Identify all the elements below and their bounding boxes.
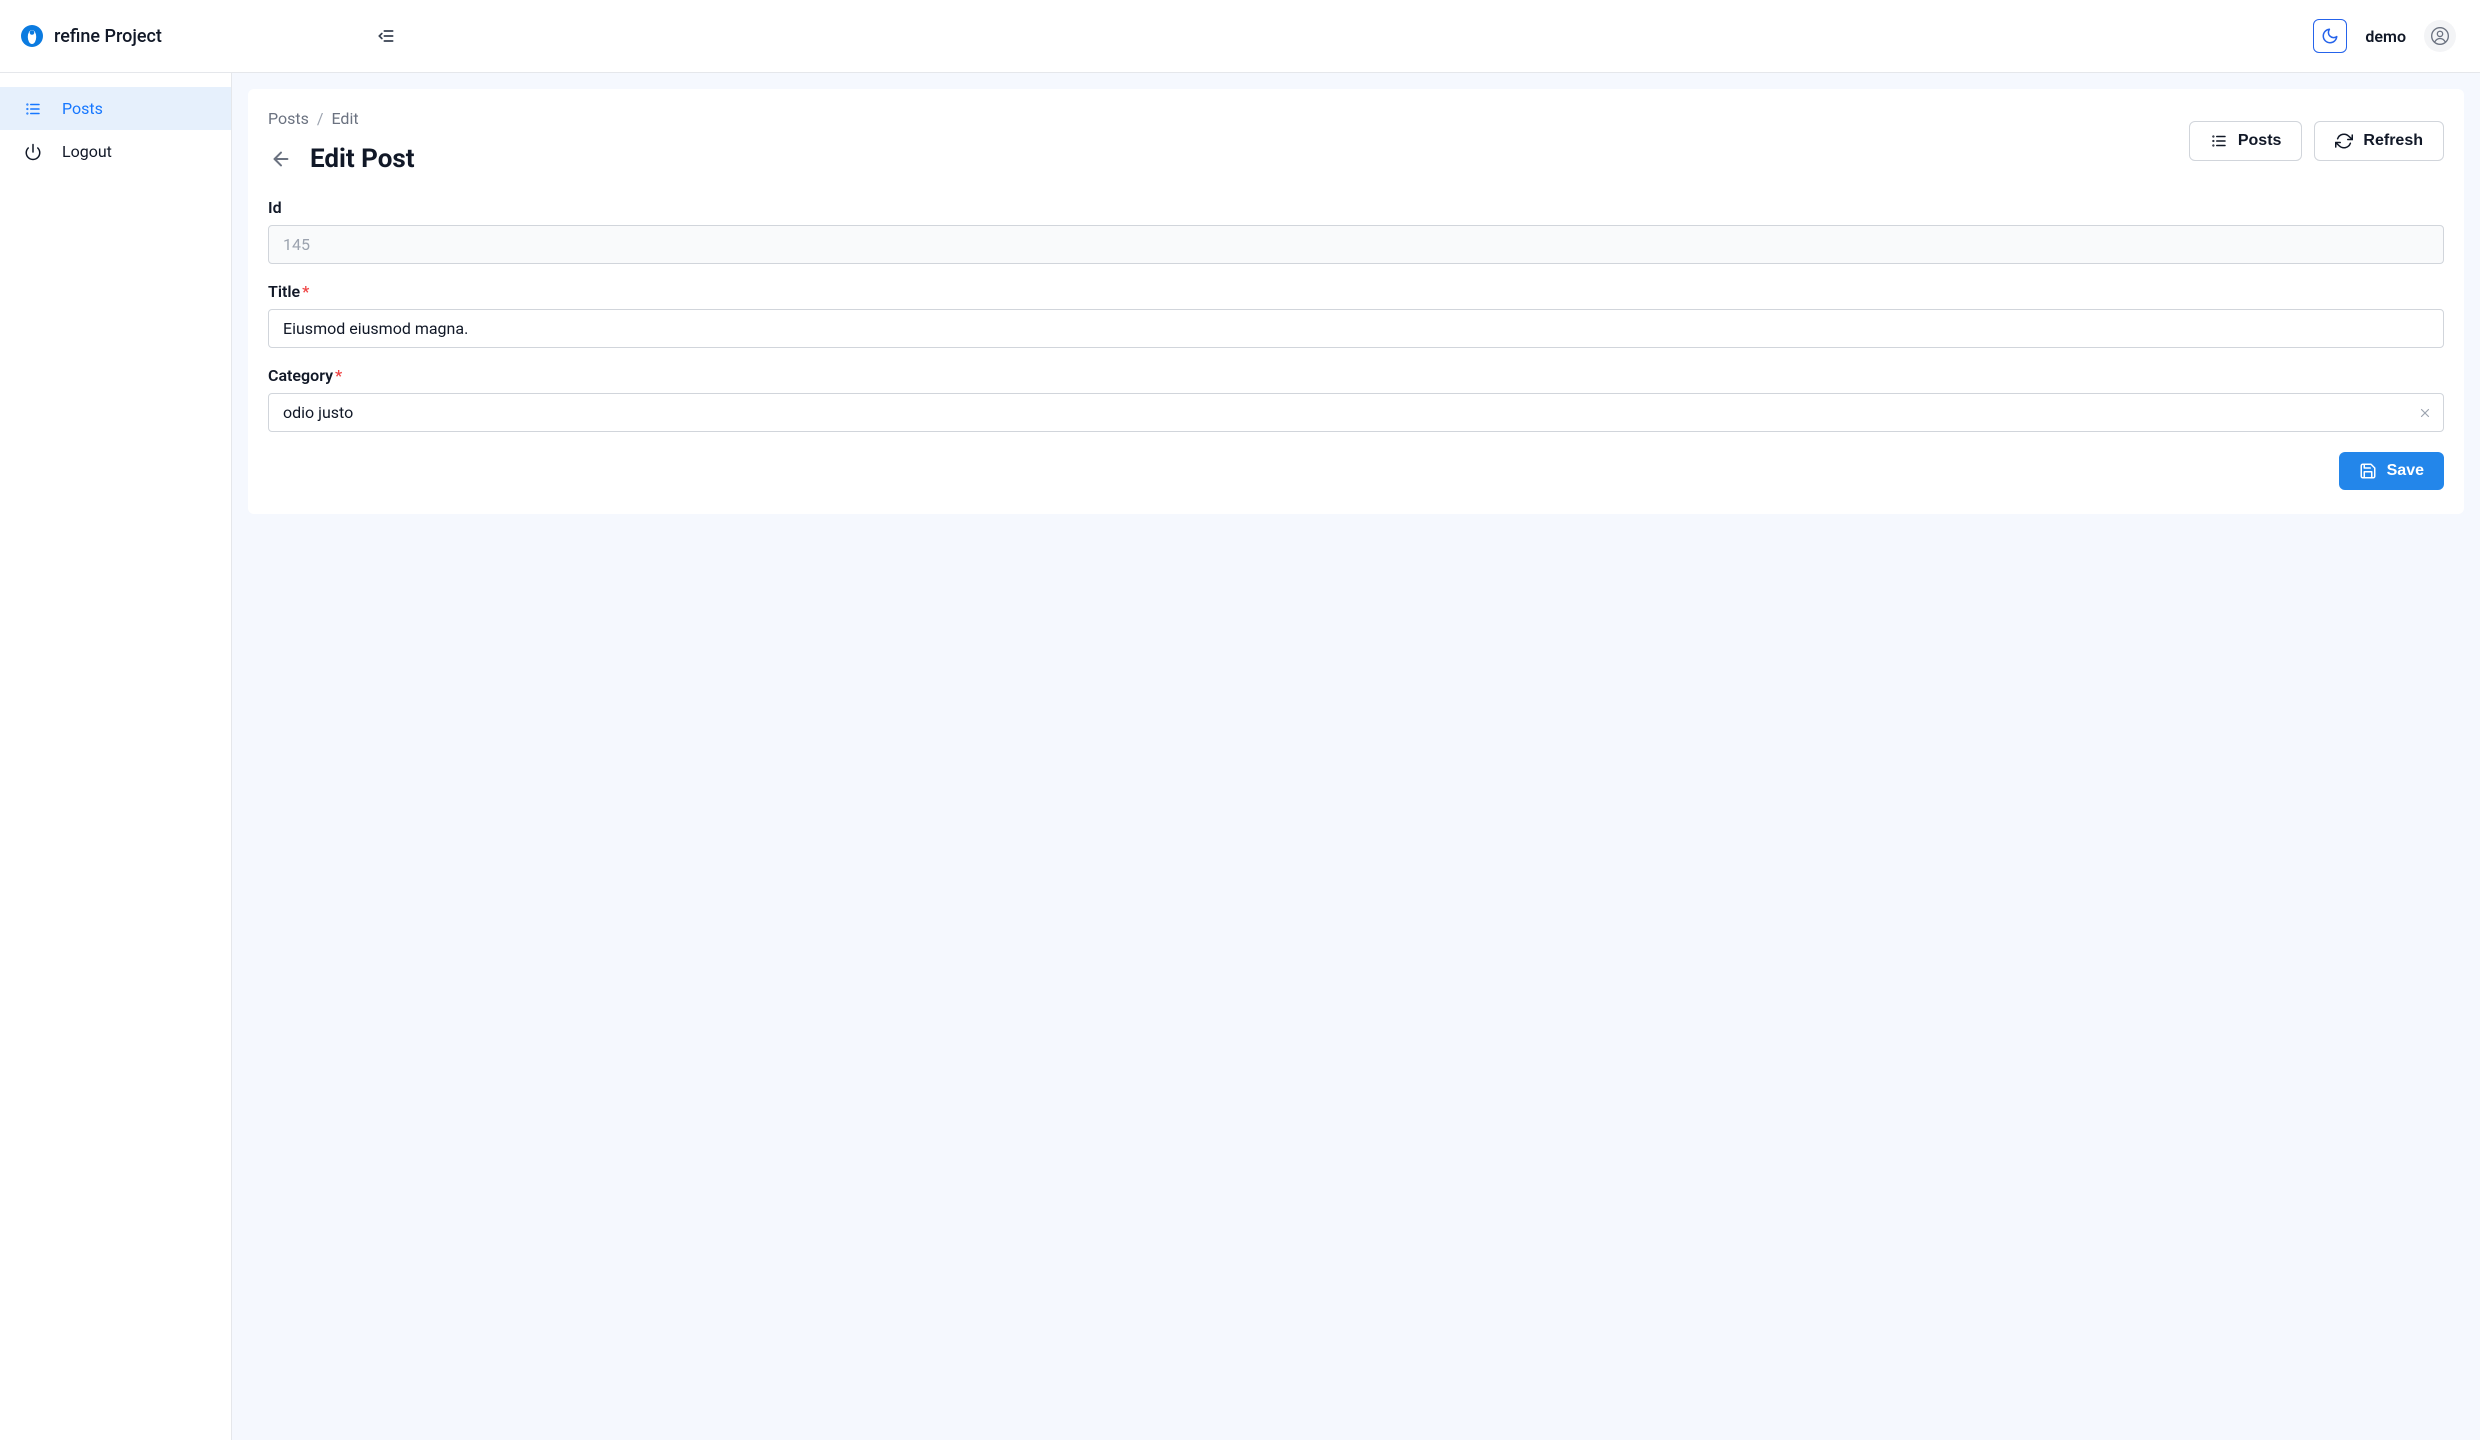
refresh-button[interactable]: Refresh: [2314, 121, 2444, 161]
posts-list-button[interactable]: Posts: [2189, 121, 2303, 161]
sidebar-item-logout[interactable]: Logout: [0, 130, 231, 173]
brand-logo-icon: [20, 24, 44, 48]
header-left: refine Project: [20, 22, 400, 50]
breadcrumb-separator: /: [317, 109, 324, 128]
main-content: Posts / Edit Edit Post: [232, 73, 2480, 1440]
user-avatar[interactable]: [2424, 20, 2456, 52]
form-group-title: Title*: [268, 282, 2444, 348]
app-header: refine Project demo: [0, 0, 2480, 73]
id-label: Id: [268, 198, 2444, 217]
list-icon: [2210, 132, 2228, 150]
sidebar-item-label: Posts: [62, 99, 103, 118]
button-label: Posts: [2238, 132, 2282, 150]
theme-toggle-button[interactable]: [2313, 19, 2347, 53]
brand-text: refine Project: [54, 26, 162, 47]
title-input[interactable]: [268, 309, 2444, 348]
save-button[interactable]: Save: [2339, 452, 2444, 490]
sidebar-collapse-button[interactable]: [372, 22, 400, 50]
header-right: demo: [2313, 19, 2456, 53]
page-title: Edit Post: [310, 144, 415, 174]
username-label: demo: [2365, 27, 2406, 46]
button-label: Save: [2387, 462, 2424, 480]
category-select[interactable]: [268, 393, 2444, 432]
title-label: Title*: [268, 282, 2444, 301]
breadcrumb: Posts / Edit: [268, 109, 415, 128]
x-icon: [2418, 406, 2432, 420]
arrow-left-icon: [270, 148, 292, 170]
edit-card: Posts / Edit Edit Post: [248, 89, 2464, 514]
back-button[interactable]: [268, 146, 294, 172]
power-icon: [24, 143, 42, 161]
refresh-icon: [2335, 132, 2353, 150]
user-icon: [2430, 26, 2450, 46]
menu-collapse-icon: [376, 26, 396, 46]
required-indicator: *: [302, 282, 309, 301]
save-icon: [2359, 462, 2377, 480]
category-label: Category*: [268, 366, 2444, 385]
form-group-category: Category*: [268, 366, 2444, 432]
clear-selection-button[interactable]: [2418, 406, 2432, 420]
sidebar-item-posts[interactable]: Posts: [0, 87, 231, 130]
breadcrumb-item[interactable]: Posts: [268, 109, 309, 128]
button-label: Refresh: [2363, 132, 2423, 150]
form-group-id: Id: [268, 198, 2444, 264]
moon-icon: [2321, 27, 2339, 45]
breadcrumb-item: Edit: [331, 109, 358, 128]
sidebar-item-label: Logout: [62, 142, 112, 161]
id-input: [268, 225, 2444, 264]
required-indicator: *: [335, 366, 342, 385]
list-icon: [24, 100, 42, 118]
sidebar: Posts Logout: [0, 73, 232, 1440]
